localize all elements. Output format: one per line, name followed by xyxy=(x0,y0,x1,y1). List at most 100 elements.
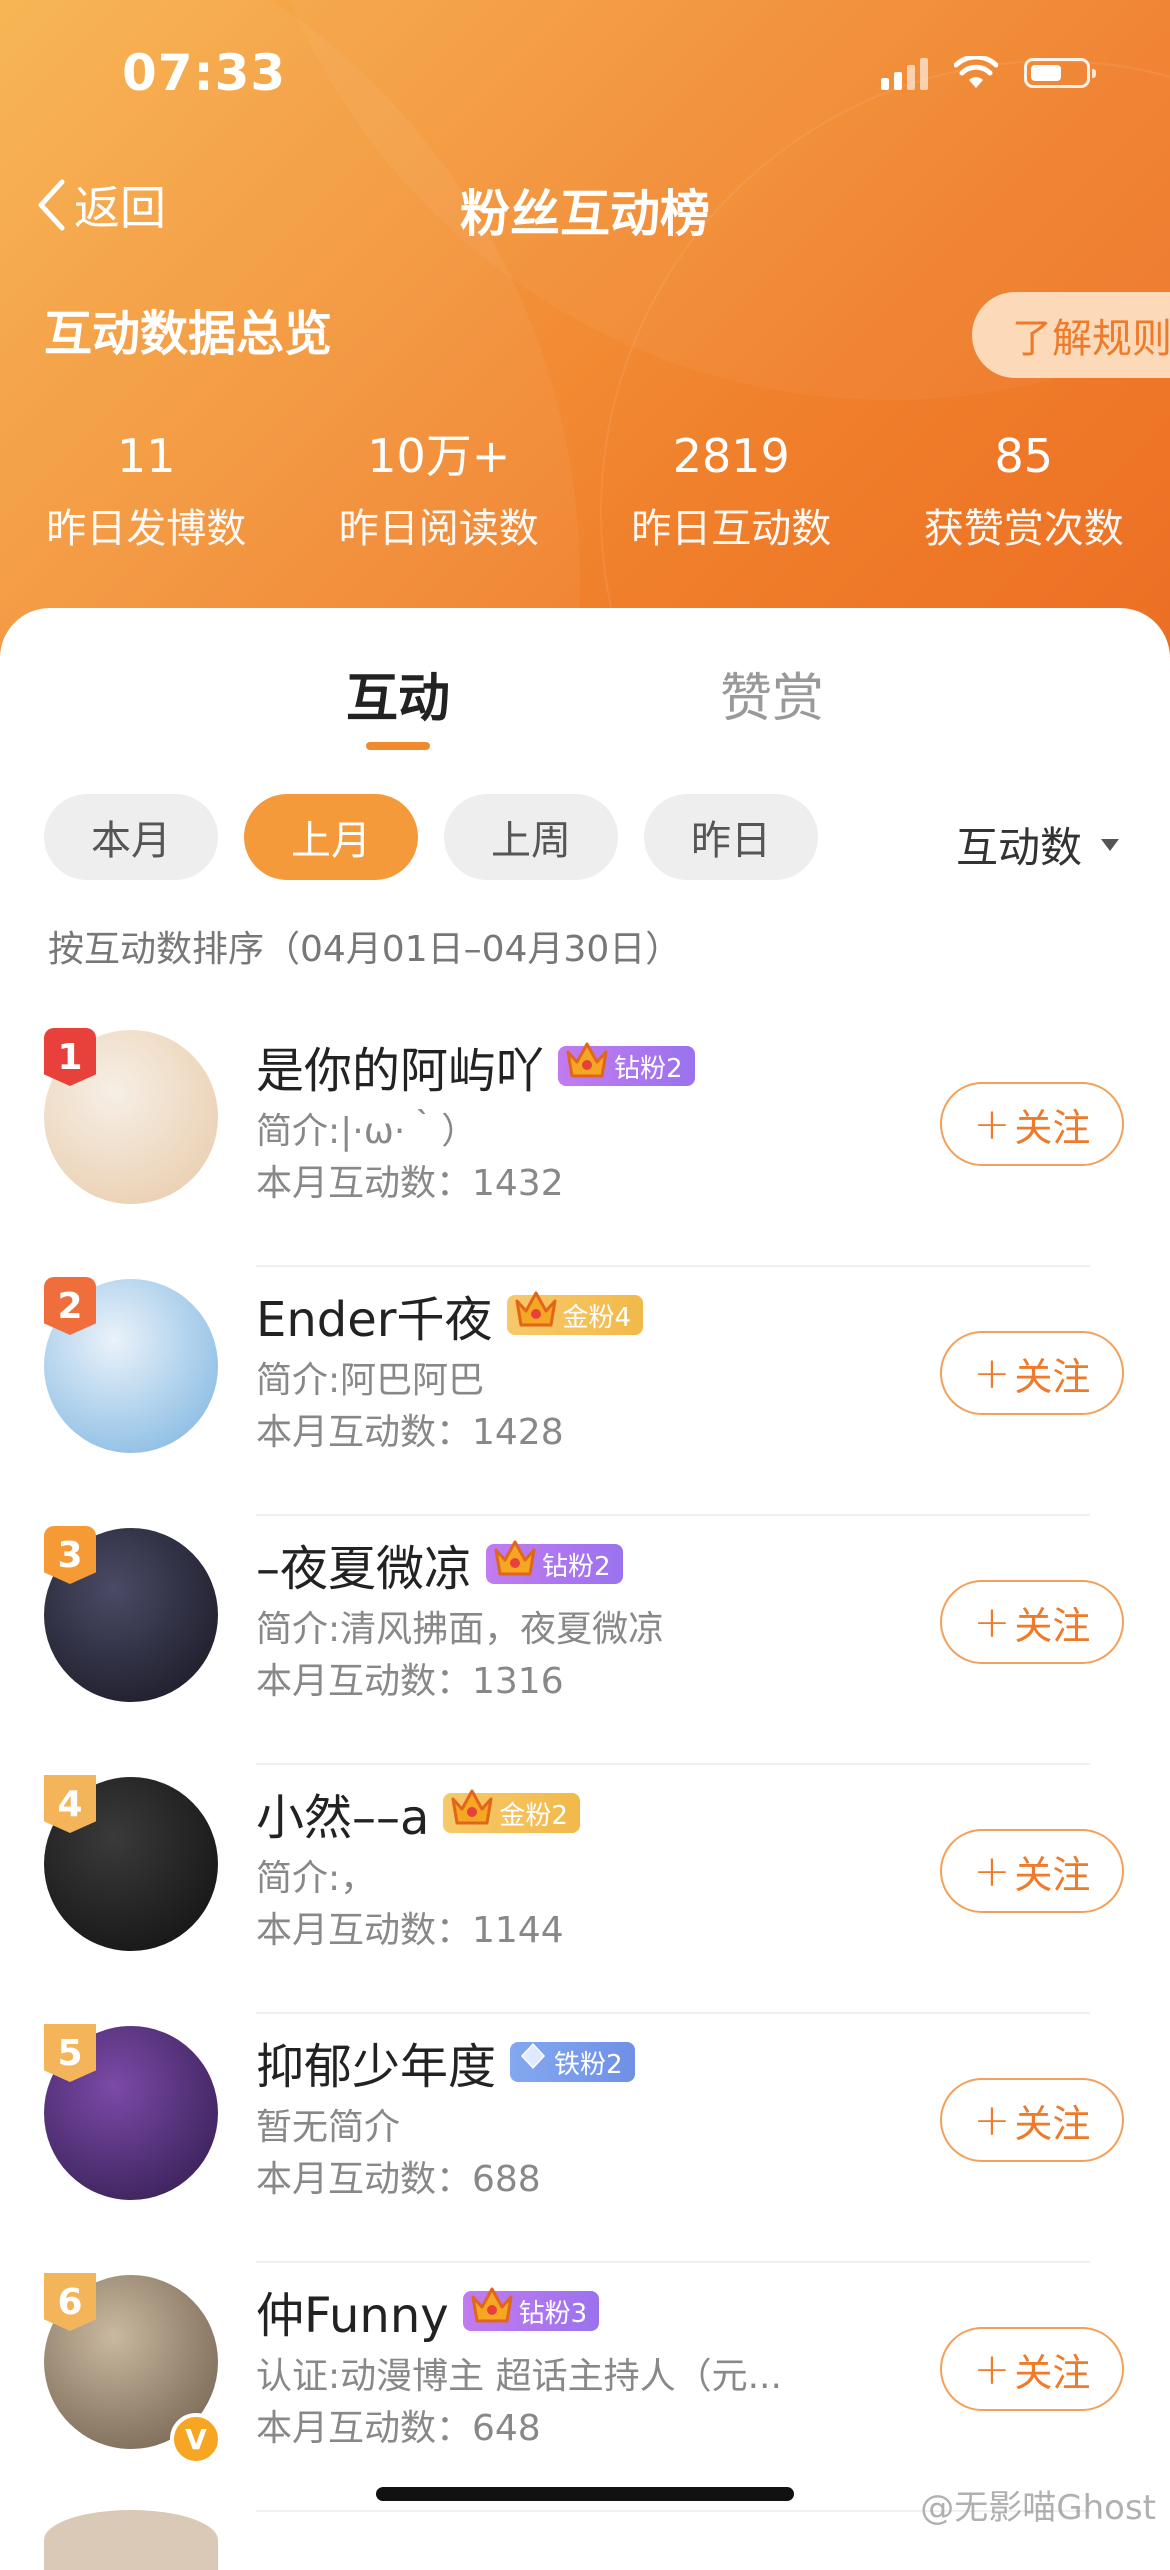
rank-badge: 3 xyxy=(44,1526,96,1584)
fan-name[interactable]: 仲Funny xyxy=(256,2276,449,2346)
fan-bio: 暂无简介 xyxy=(256,2104,635,2152)
fan-list: 1是你的阿屿吖钻粉2简介:|·ω·｀）本月互动数：1432+关注2Ender千夜… xyxy=(0,1018,1170,2512)
plus-icon: + xyxy=(974,2095,1011,2146)
fan-row[interactable]: 3 –夜夏微凉 钻粉2 简介:清风拂面，夜夏微凉本月互动数：1316 +关注 xyxy=(0,1516,1170,1765)
stat-value: 11 xyxy=(0,426,293,486)
plus-icon: + xyxy=(974,1348,1011,1399)
sort-description: 按互动数排序（04月01日–04月30日） xyxy=(48,920,681,972)
home-indicator xyxy=(376,2487,794,2501)
fan-info: 抑郁少年度 铁粉2 暂无简介本月互动数：688 xyxy=(256,2026,635,2204)
filter-yesterday[interactable]: 昨日 xyxy=(644,794,818,880)
follow-label: 关注 xyxy=(1014,1595,1090,1650)
crown-icon xyxy=(564,1044,614,1089)
filter-last-month[interactable]: 上月 xyxy=(244,794,418,880)
stat-value: 2819 xyxy=(585,426,878,486)
stat-interactions: 2819 昨日互动数 xyxy=(585,426,878,554)
stat-value: 85 xyxy=(878,426,1170,486)
stat-posts: 11 昨日发博数 xyxy=(0,426,293,554)
follow-label: 关注 xyxy=(1014,1097,1090,1152)
stat-label: 获赞赏次数 xyxy=(878,496,1170,554)
rules-button[interactable]: 了解规则 xyxy=(972,292,1170,378)
crown-icon xyxy=(513,1293,563,1338)
overview-title: 互动数据总览 xyxy=(44,294,332,364)
fan-info: 仲Funny 钻粉3 认证:动漫博主 超话主持人（元...本月互动数：648 xyxy=(256,2275,782,2453)
crown-icon xyxy=(492,1542,542,1587)
fan-info: 小然––a 金粉2 简介:，本月互动数：1144 xyxy=(256,1777,580,1955)
badge-label: 铁粉2 xyxy=(554,2044,623,2081)
fan-bio: 简介:清风拂面，夜夏微凉 xyxy=(256,1606,664,1654)
fan-level-badge: 铁粉2 xyxy=(510,2042,635,2082)
fan-level-badge: 钻粉2 xyxy=(486,1544,623,1584)
badge-label: 钻粉2 xyxy=(614,1048,683,1085)
sort-label: 互动数 xyxy=(956,814,1082,875)
fan-row[interactable]: 6V仲Funny钻粉3认证:动漫博主 超话主持人（元...本月互动数：648+关… xyxy=(0,2263,1170,2512)
fan-info: –夜夏微凉 钻粉2 简介:清风拂面，夜夏微凉本月互动数：1316 xyxy=(256,1528,664,1706)
follow-button[interactable]: +关注 xyxy=(940,2078,1124,2162)
signal-icon xyxy=(881,56,928,90)
filter-this-month[interactable]: 本月 xyxy=(44,794,218,880)
crown-icon xyxy=(469,2289,519,2334)
follow-label: 关注 xyxy=(1014,1346,1090,1401)
ranking-panel: 互动 赞赏 本月 上月 上周 昨日 互动数 按互动数排序（04月01日–04月3… xyxy=(0,608,1170,2532)
fan-interaction-count: 本月互动数：648 xyxy=(256,2405,782,2453)
fan-level-badge: 钻粉2 xyxy=(558,1046,695,1086)
follow-button[interactable]: +关注 xyxy=(940,1580,1124,1664)
fan-name[interactable]: 抑郁少年度 xyxy=(256,2027,496,2097)
badge-label: 钻粉3 xyxy=(519,2293,588,2330)
filter-last-week[interactable]: 上周 xyxy=(444,794,618,880)
follow-button[interactable]: +关注 xyxy=(940,2327,1124,2411)
fan-info: Ender千夜 金粉4 简介:阿巴阿巴本月互动数：1428 xyxy=(256,1279,643,1457)
tab-indicator xyxy=(366,742,430,750)
stat-label: 昨日阅读数 xyxy=(293,496,586,554)
follow-label: 关注 xyxy=(1014,1844,1090,1899)
fan-row[interactable]: 4 小然––a 金粉2 简介:，本月互动数：1144 +关注 xyxy=(0,1765,1170,2014)
follow-button[interactable]: +关注 xyxy=(940,1082,1124,1166)
fan-interaction-count: 本月互动数：688 xyxy=(256,2156,635,2204)
fan-interaction-count: 本月互动数：1316 xyxy=(256,1658,664,1706)
battery-icon xyxy=(1024,58,1090,88)
watermark: @无影喵Ghost xyxy=(920,2480,1156,2529)
badge-label: 金粉2 xyxy=(499,1795,568,1832)
tab-reward[interactable]: 赞赏 xyxy=(720,656,824,731)
status-icons xyxy=(881,56,1090,90)
plus-icon: + xyxy=(974,2344,1011,2395)
fan-info: 是你的阿屿吖钻粉2简介:|·ω·｀）本月互动数：1432 xyxy=(256,1030,695,1208)
stat-value: 10万+ xyxy=(293,426,586,486)
follow-button[interactable]: +关注 xyxy=(940,1331,1124,1415)
sort-dropdown[interactable]: 互动数 xyxy=(956,814,1120,875)
stat-label: 昨日互动数 xyxy=(585,496,878,554)
tab-interaction[interactable]: 互动 xyxy=(346,656,450,731)
status-time: 07:33 xyxy=(122,44,286,102)
fan-row[interactable]: 1是你的阿屿吖钻粉2简介:|·ω·｀）本月互动数：1432+关注 xyxy=(0,1018,1170,1267)
rank-badge: 6 xyxy=(44,2273,96,2331)
follow-label: 关注 xyxy=(1014,2342,1090,2397)
fan-row[interactable]: 2Ender千夜金粉4简介:阿巴阿巴本月互动数：1428+关注 xyxy=(0,1267,1170,1516)
period-filters: 本月 上月 上周 昨日 xyxy=(44,794,818,880)
fan-interaction-count: 本月互动数：1144 xyxy=(256,1907,580,1955)
plus-icon: + xyxy=(974,1846,1011,1897)
fan-interaction-count: 本月互动数：1428 xyxy=(256,1409,643,1457)
fan-bio: 简介:阿巴阿巴 xyxy=(256,1357,643,1405)
fan-name[interactable]: Ender千夜 xyxy=(256,1280,493,1350)
fan-name[interactable]: 小然––a xyxy=(256,1778,429,1848)
wifi-icon xyxy=(954,56,998,90)
plus-icon: + xyxy=(974,1099,1011,1150)
fan-name[interactable]: –夜夏微凉 xyxy=(256,1529,472,1599)
follow-button[interactable]: +关注 xyxy=(940,1829,1124,1913)
badge-label: 金粉4 xyxy=(563,1297,632,1334)
rank-badge: 1 xyxy=(44,1028,96,1086)
fan-row[interactable]: 5抑郁少年度铁粉2暂无简介本月互动数：688+关注 xyxy=(0,2014,1170,2263)
stat-reads: 10万+ 昨日阅读数 xyxy=(293,426,586,554)
fan-level-badge: 金粉4 xyxy=(507,1295,644,1335)
fan-name[interactable]: 是你的阿屿吖 xyxy=(256,1031,544,1101)
fan-level-badge: 钻粉3 xyxy=(463,2291,600,2331)
diamond-icon xyxy=(516,2040,554,2085)
crown-icon xyxy=(449,1791,499,1836)
rank-badge: 4 xyxy=(44,1775,96,1833)
caret-down-icon xyxy=(1100,838,1120,852)
follow-label: 关注 xyxy=(1014,2093,1090,2148)
badge-label: 钻粉2 xyxy=(542,1546,611,1583)
fan-bio: 认证:动漫博主 超话主持人（元... xyxy=(256,2353,782,2401)
fan-bio: 简介:， xyxy=(256,1855,580,1903)
stat-label: 昨日发博数 xyxy=(0,496,293,554)
